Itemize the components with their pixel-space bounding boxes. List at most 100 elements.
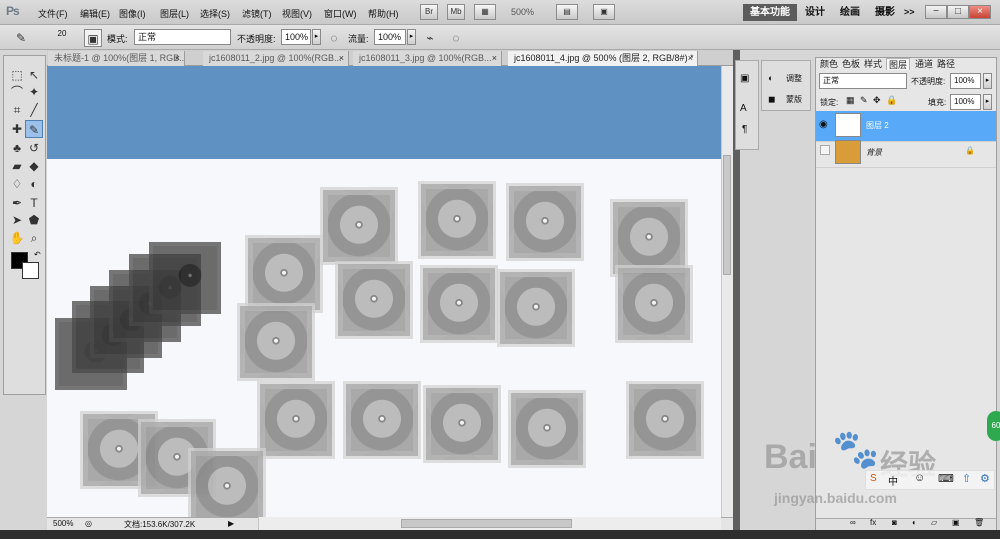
history-brush-icon[interactable]: ↺ bbox=[25, 139, 43, 157]
path-selection-icon[interactable]: ➤ bbox=[8, 211, 26, 229]
menu-help[interactable]: 帮助(H) bbox=[368, 7, 399, 20]
layer-style-icon[interactable]: fx bbox=[870, 518, 876, 527]
tools-icon[interactable]: ⚙ bbox=[980, 472, 990, 485]
brush-tool-icon[interactable]: ✎ bbox=[25, 120, 43, 138]
flow-field[interactable]: 100% bbox=[374, 29, 406, 45]
flow-arrow[interactable]: ▸ bbox=[407, 29, 416, 45]
smile-icon[interactable]: ☺ bbox=[914, 472, 925, 484]
move-tool-icon[interactable]: ↖ bbox=[25, 66, 43, 84]
layer-blend-mode-select[interactable]: 正常 bbox=[819, 73, 907, 89]
layer-name[interactable]: 图层 2 bbox=[866, 120, 889, 131]
workspace-essentials[interactable]: 基本功能 bbox=[743, 4, 797, 21]
view-extras-button[interactable]: ▦ bbox=[474, 4, 496, 20]
dodge-tool-icon[interactable]: ◐ bbox=[25, 175, 43, 193]
layer-visibility-box[interactable] bbox=[820, 145, 830, 155]
layer-name[interactable]: 背景 bbox=[866, 147, 882, 158]
adjustments-icon[interactable]: ◐ bbox=[768, 73, 773, 83]
pen-tool-icon[interactable]: ✒ bbox=[8, 194, 26, 212]
character-panel-icon[interactable]: A bbox=[740, 103, 747, 114]
chinese-input-icon[interactable]: 中 bbox=[888, 473, 898, 488]
lock-position-icon[interactable]: ✥ bbox=[873, 95, 881, 106]
workspace-photography[interactable]: 摄影 bbox=[868, 4, 902, 21]
pressure-opacity-icon[interactable]: ◌ bbox=[325, 29, 343, 47]
tab-channels[interactable]: 通道 bbox=[915, 58, 933, 70]
shape-tool-icon[interactable]: ⬟ bbox=[25, 211, 43, 229]
tab-layers[interactable]: 图层 bbox=[886, 58, 911, 70]
menu-edit[interactable]: 编辑(E) bbox=[80, 7, 110, 20]
status-menu-icon[interactable]: ◎ bbox=[85, 519, 92, 528]
history-panel-icon[interactable]: ▣ bbox=[740, 73, 749, 84]
tab-color[interactable]: 颜色 bbox=[820, 58, 838, 70]
background-color-swatch[interactable] bbox=[22, 262, 39, 279]
magic-wand-icon[interactable]: ✦ bbox=[25, 83, 43, 101]
opacity-arrow[interactable]: ▸ bbox=[312, 29, 321, 45]
opacity-field[interactable]: 100% bbox=[281, 29, 311, 45]
mask-label[interactable]: 蒙版 bbox=[786, 94, 802, 105]
brush-panel-icon[interactable]: ▣ bbox=[84, 29, 102, 47]
tab-paths[interactable]: 路径 bbox=[937, 58, 955, 70]
delete-layer-icon[interactable]: 🗑 bbox=[974, 518, 984, 527]
hand-tool-icon[interactable]: ✋ bbox=[8, 229, 26, 247]
tab-styles[interactable]: 样式 bbox=[864, 58, 882, 70]
blur-tool-icon[interactable]: ♢ bbox=[8, 175, 26, 193]
zoom-level[interactable]: 500% bbox=[511, 7, 534, 17]
workspace-design[interactable]: 设计 bbox=[798, 4, 832, 21]
menu-file[interactable]: 文件(F) bbox=[38, 7, 68, 20]
tab-jc1608011-2[interactable]: jc1608011_2.jpg @ 100%(RGB... × bbox=[203, 51, 349, 66]
keyboard-icon[interactable]: ⌨ bbox=[938, 472, 954, 485]
swap-colors-icon[interactable]: ↶ bbox=[34, 250, 41, 259]
zoom-tool-icon[interactable]: ⌕ bbox=[25, 229, 43, 247]
lock-image-icon[interactable]: ✎ bbox=[860, 95, 868, 106]
minimize-button[interactable]: − bbox=[925, 5, 947, 19]
fill-field[interactable]: 100% bbox=[950, 94, 981, 110]
menu-select[interactable]: 选择(S) bbox=[200, 7, 230, 20]
menu-view[interactable]: 视图(V) bbox=[282, 7, 312, 20]
link-layers-icon[interactable]: ∞ bbox=[850, 518, 856, 527]
pressure-size-icon[interactable]: ◌ bbox=[447, 29, 465, 47]
menu-window[interactable]: 窗口(W) bbox=[324, 7, 357, 20]
menu-layer[interactable]: 图层(L) bbox=[160, 7, 189, 20]
crop-tool-icon[interactable]: ⌗ bbox=[8, 101, 26, 119]
horizontal-scroll-thumb[interactable] bbox=[401, 519, 572, 528]
close-tab-icon[interactable]: × bbox=[339, 51, 344, 66]
document-canvas[interactable] bbox=[47, 66, 721, 517]
layer-visibility-eye-icon[interactable]: ◉ bbox=[819, 119, 828, 130]
eyedropper-icon[interactable]: ╱ bbox=[25, 101, 43, 119]
menu-image[interactable]: 图像(I) bbox=[119, 7, 146, 20]
mask-icon[interactable]: ◼ bbox=[768, 94, 775, 105]
type-tool-icon[interactable]: T bbox=[25, 194, 43, 212]
lock-transparent-icon[interactable]: ▦ bbox=[846, 95, 855, 106]
vertical-scroll-thumb[interactable] bbox=[723, 155, 731, 275]
close-tab-icon[interactable]: × bbox=[175, 51, 180, 66]
mode-select[interactable]: 正常 bbox=[134, 29, 231, 45]
tab-jc1608011-4[interactable]: jc1608011_4.jpg @ 500% (图层 2, RGB/8#) * × bbox=[508, 51, 698, 66]
adjustment-layer-icon[interactable]: ◐ bbox=[912, 518, 917, 527]
paint-bucket-icon[interactable]: ◆ bbox=[25, 157, 43, 175]
upload-icon[interactable]: ⇧ bbox=[962, 472, 971, 485]
close-button[interactable]: × bbox=[969, 5, 991, 19]
bridge-button[interactable]: Br bbox=[420, 4, 438, 20]
workspace-more[interactable]: >> bbox=[904, 7, 915, 17]
mini-bridge-button[interactable]: Mb bbox=[447, 4, 465, 20]
fill-arrow[interactable]: ▸ bbox=[983, 94, 992, 110]
new-layer-icon[interactable]: ▣ bbox=[952, 518, 960, 527]
restore-button[interactable]: □ bbox=[947, 5, 969, 19]
tab-untitled[interactable]: 未标题-1 @ 100%(图层 1, RGB... × bbox=[48, 51, 185, 66]
healing-brush-icon[interactable]: ✚ bbox=[8, 120, 26, 138]
status-zoom[interactable]: 500% bbox=[53, 519, 73, 528]
arrange-documents-button[interactable]: ▤ bbox=[556, 4, 578, 20]
brush-size-picker[interactable]: 20 bbox=[52, 29, 72, 47]
close-tab-icon[interactable]: × bbox=[492, 51, 497, 66]
lock-all-icon[interactable]: 🔒 bbox=[886, 95, 897, 106]
add-mask-icon[interactable]: ◙ bbox=[892, 518, 897, 527]
menu-filter[interactable]: 滤镜(T) bbox=[242, 7, 272, 20]
lasso-tool-icon[interactable]: ⌒ bbox=[8, 83, 26, 101]
airbrush-icon[interactable]: ⌁ bbox=[421, 29, 439, 47]
marquee-tool-icon[interactable]: ⬚ bbox=[8, 66, 26, 84]
tab-jc1608011-3[interactable]: jc1608011_3.jpg @ 100%(RGB... × bbox=[353, 51, 502, 66]
paragraph-panel-icon[interactable]: ¶ bbox=[742, 124, 747, 135]
adjustments-label[interactable]: 调整 bbox=[786, 73, 802, 84]
tab-swatches[interactable]: 色板 bbox=[842, 58, 860, 70]
brush-preset-icon[interactable]: ✎ bbox=[12, 29, 30, 47]
eraser-icon[interactable]: ▰ bbox=[8, 157, 26, 175]
